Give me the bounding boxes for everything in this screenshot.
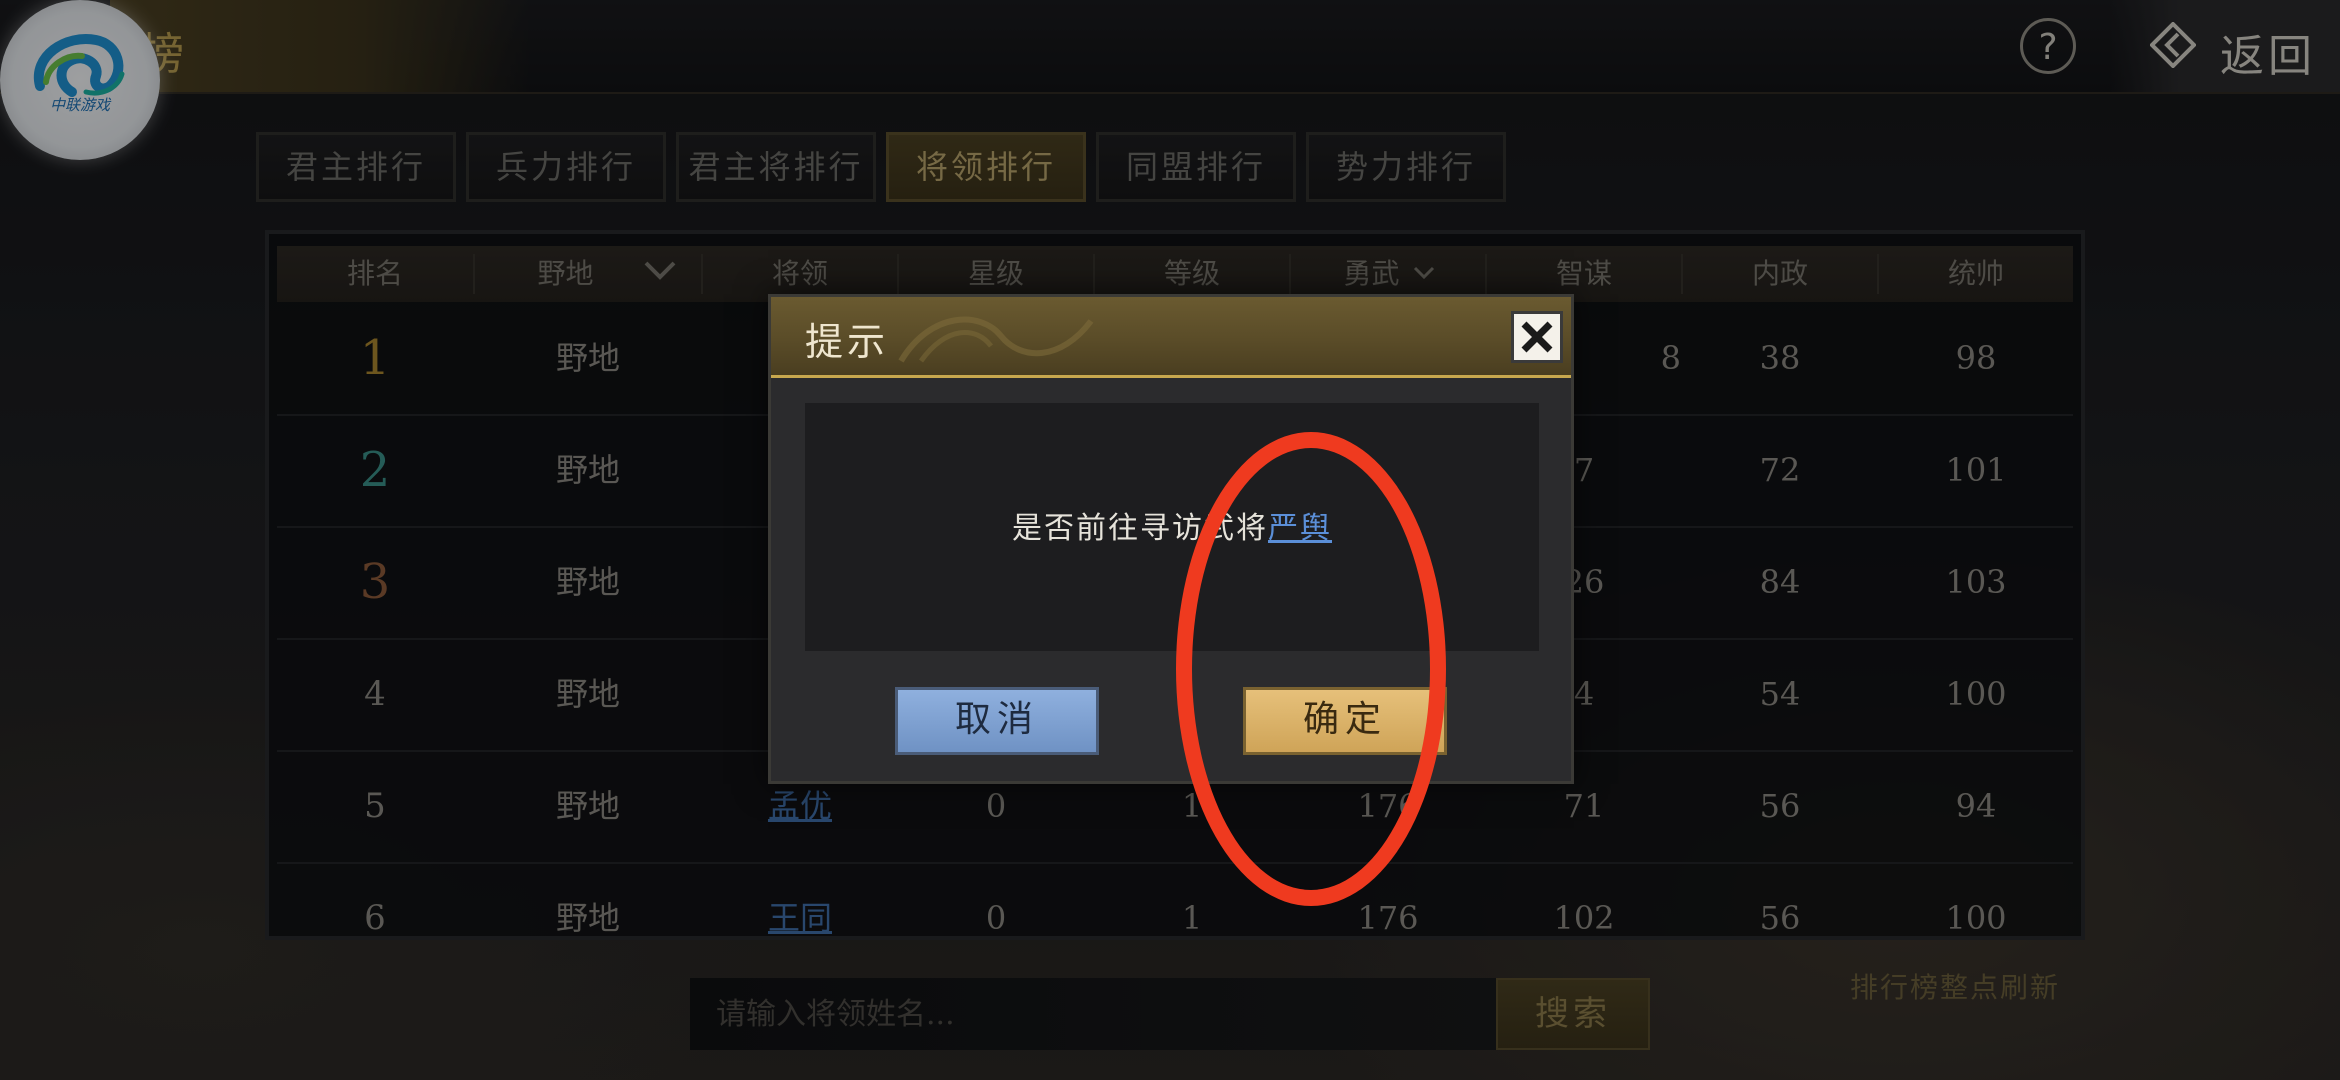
close-icon — [1521, 321, 1553, 353]
prompt-dialog: 提示 是否前往寻访武将严舆 取消 确定 — [768, 294, 1574, 784]
close-button[interactable] — [1511, 311, 1563, 363]
game-screen: 榜 ? 返回 中联游戏 君主排行 兵力排行 君主将排行 将领排行 同盟排行 势力… — [0, 0, 2340, 1080]
dialog-title: 提示 — [805, 320, 890, 364]
cancel-button[interactable]: 取消 — [895, 687, 1099, 755]
header-pattern-icon — [898, 316, 1094, 363]
red-circle-annotation — [1176, 432, 1446, 906]
dialog-message: 是否前往寻访武将严舆 — [805, 503, 1539, 547]
dialog-header: 提示 — [771, 297, 1571, 378]
